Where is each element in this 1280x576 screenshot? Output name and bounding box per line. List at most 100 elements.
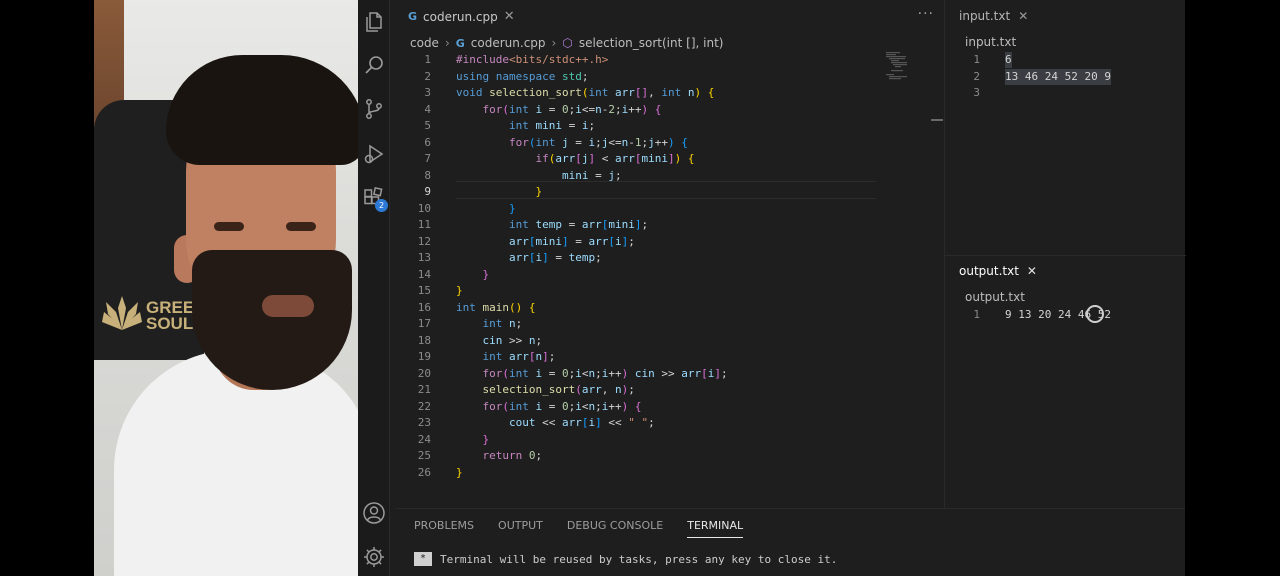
text-line[interactable]: 2 13 46 24 52 20 9 <box>945 68 1186 85</box>
line-number: 10 <box>417 201 431 215</box>
code-token: } <box>456 465 463 479</box>
code-token: >> <box>654 366 682 380</box>
code-line[interactable]: 21 selection_sort(arr, n); <box>396 382 936 398</box>
more-actions-icon[interactable]: ··· <box>918 6 934 22</box>
source-control-icon[interactable] <box>362 97 386 121</box>
code-line[interactable]: 26} <box>396 465 936 481</box>
code-token: main <box>482 300 510 314</box>
code-token: j <box>561 135 569 149</box>
code-line[interactable]: 6 for(int j = i;j<=n-1;j++) { <box>396 135 936 151</box>
tab-terminal[interactable]: TERMINAL <box>687 519 744 538</box>
run-debug-icon[interactable] <box>362 142 386 166</box>
code-line[interactable]: 1 #include<bits/stdc++.h> <box>396 52 936 68</box>
settings-gear-icon[interactable] <box>362 545 386 569</box>
code-token: << <box>535 416 562 429</box>
code-line[interactable]: 11 int temp = arr[mini]; <box>396 217 936 233</box>
tab-problems[interactable]: PROBLEMS <box>414 519 474 538</box>
line-number: 12 <box>417 234 431 248</box>
tab-input-txt[interactable]: input.txt ✕ <box>945 0 1028 32</box>
breadcrumb-output[interactable]: output.txt <box>965 290 1025 304</box>
close-icon[interactable]: ✕ <box>1027 264 1037 278</box>
search-icon[interactable] <box>362 53 386 77</box>
tab-output-txt[interactable]: output.txt ✕ <box>945 255 1037 287</box>
code-token: std <box>561 69 582 83</box>
code-token: [ <box>528 350 536 363</box>
code-token: , <box>648 86 662 99</box>
code-line[interactable]: 13 arr[i] = temp; <box>396 250 936 266</box>
terminal-output[interactable]: * Terminal will be reused by tasks, pres… <box>414 552 837 566</box>
code-token: temp <box>568 251 596 264</box>
code-line[interactable]: 20 for(int i = 0;i<n;i++) cin >> arr[i]; <box>396 366 936 382</box>
breadcrumb: code › G coderun.cpp › ⬡ selection_sort(… <box>410 34 723 52</box>
webcam-eye-left <box>214 222 244 231</box>
code-token: int <box>482 317 503 330</box>
code-line[interactable]: 5 int mini = i; <box>396 118 936 134</box>
code-token: arr <box>581 218 602 231</box>
code-line[interactable]: 10 } <box>396 201 936 217</box>
code-token: ; <box>721 366 728 380</box>
code-line[interactable]: 22 for(int i = 0;i<n;i++) { <box>396 399 936 415</box>
code-token: ) <box>667 135 675 149</box>
minimap[interactable] <box>886 52 922 82</box>
code-token: { <box>681 135 688 149</box>
code-token: ++ <box>608 399 622 413</box>
tab-coderun-cpp[interactable]: G coderun.cpp ✕ <box>396 0 527 32</box>
tab-output[interactable]: OUTPUT <box>498 519 543 538</box>
code-line[interactable]: 8 mini = j; <box>396 168 936 184</box>
terminal-task-marker: * <box>414 552 432 566</box>
code-token: arr <box>509 350 529 363</box>
code-line[interactable]: 4 for(int i = 0;i<=n-2;i++) { <box>396 102 936 118</box>
breadcrumb-symbol[interactable]: selection_sort(int [], int) <box>579 36 724 50</box>
code-line[interactable]: 23 cout << arr[i] << " "; <box>396 415 936 431</box>
code-token: 0 <box>528 449 536 462</box>
code-token: int <box>535 135 556 149</box>
code-line[interactable]: 17 int n; <box>396 316 936 332</box>
line-number: 22 <box>417 399 431 413</box>
code-line[interactable]: 16 int main() { <box>396 300 936 316</box>
code-token: } <box>508 201 516 215</box>
files-icon[interactable] <box>362 10 386 34</box>
scrollbar-thumb[interactable] <box>931 119 943 121</box>
tab-debug-console[interactable]: DEBUG CONSOLE <box>567 519 663 538</box>
code-token: mini <box>608 218 635 231</box>
code-token: ] <box>714 366 721 380</box>
code-line[interactable]: 9 } <box>396 184 936 200</box>
text-line[interactable]: 16 <box>945 52 1186 68</box>
code-line[interactable]: 24 } <box>396 432 936 448</box>
code-token: } <box>482 267 490 281</box>
breadcrumb-folder[interactable]: code <box>410 36 439 50</box>
account-icon[interactable] <box>362 501 386 525</box>
close-icon[interactable]: ✕ <box>504 9 515 24</box>
code-line[interactable]: 2 using namespace std; <box>396 69 936 85</box>
breadcrumb-input[interactable]: input.txt <box>965 35 1016 49</box>
text-line[interactable]: 3 <box>945 85 1186 101</box>
code-token: [ <box>701 366 708 380</box>
code-token: { <box>634 399 642 413</box>
chevron-right-icon: › <box>444 36 450 50</box>
code-token: arr <box>614 86 635 99</box>
code-token: { <box>687 152 695 165</box>
code-token: ; <box>535 333 543 347</box>
code-token: { <box>707 86 715 99</box>
code-line[interactable]: 3 void selection_sort(int arr[], int n) { <box>396 85 936 101</box>
code-line[interactable]: 25 return 0; <box>396 448 936 464</box>
code-line[interactable]: 18 cin >> n; <box>396 333 936 349</box>
code-line[interactable]: 7 if(arr[j] < arr[mini]) { <box>396 151 936 167</box>
code-line[interactable]: 14 } <box>396 267 936 283</box>
close-icon[interactable]: ✕ <box>1018 9 1028 23</box>
code-line[interactable]: 15} <box>396 283 936 299</box>
code-line[interactable]: 12 arr[mini] = arr[i]; <box>396 234 936 250</box>
code-line[interactable]: 19 int arr[n]; <box>396 349 936 365</box>
text-line[interactable]: 19 13 20 24 46 52 <box>945 307 1186 323</box>
code-token: { <box>528 300 536 314</box>
breadcrumb-file[interactable]: coderun.cpp <box>471 36 546 50</box>
